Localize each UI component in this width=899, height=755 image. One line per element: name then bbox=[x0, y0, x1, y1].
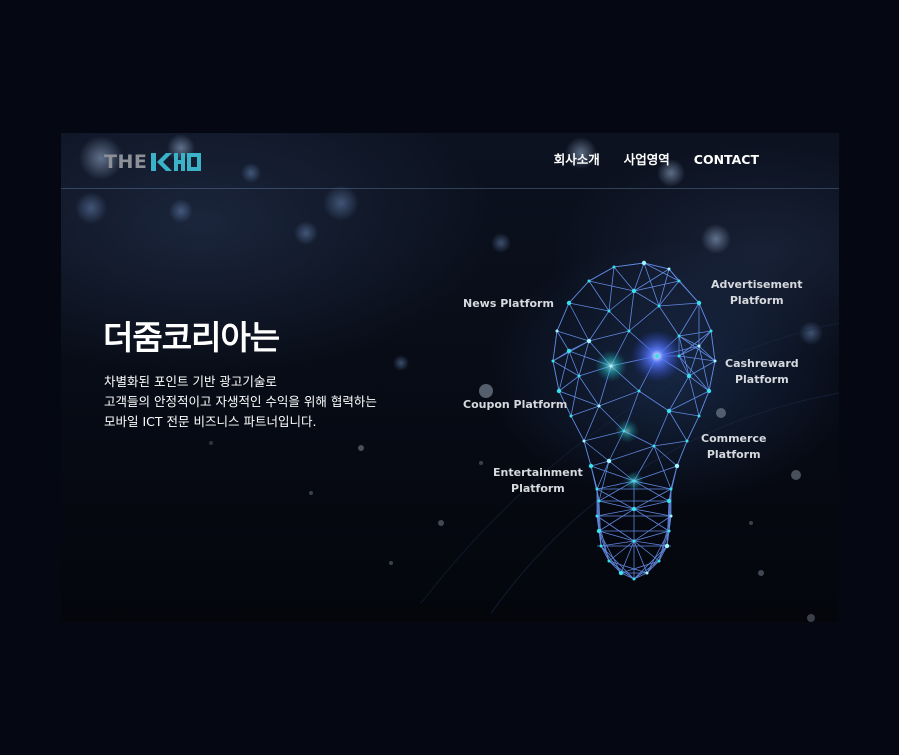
bulb-node bbox=[627, 329, 631, 333]
hero-description-line: 고객들의 안정적이고 자생적인 수익을 위해 협력하는 bbox=[104, 394, 377, 409]
bulb-node bbox=[618, 570, 624, 576]
bulb-node bbox=[588, 463, 594, 469]
bulb-node bbox=[667, 267, 671, 271]
bulb-node bbox=[632, 539, 636, 543]
site-header: THE 회사소개 사업영역 CONTACT bbox=[61, 133, 839, 189]
bulb-node bbox=[632, 577, 636, 581]
bulb-node bbox=[556, 388, 562, 394]
bulb-node bbox=[666, 498, 672, 504]
bulb-node bbox=[677, 334, 681, 338]
bulb-node bbox=[709, 329, 713, 333]
bulb-node bbox=[677, 354, 681, 358]
bulb-node bbox=[631, 288, 637, 294]
bulb-node bbox=[551, 359, 555, 363]
bulb-node bbox=[697, 414, 701, 418]
bulb-node bbox=[664, 543, 670, 549]
bulb-node bbox=[566, 300, 572, 306]
bulb-node bbox=[555, 329, 559, 333]
bulb-node bbox=[641, 260, 647, 266]
bulb-node bbox=[657, 304, 661, 308]
logo-text: THE bbox=[104, 151, 148, 173]
bulb-node bbox=[607, 309, 611, 313]
bulb-node bbox=[637, 389, 641, 393]
bulb-node bbox=[657, 559, 661, 563]
bulb-node bbox=[582, 439, 586, 443]
bulb-node bbox=[654, 353, 660, 359]
bulb-node bbox=[652, 444, 656, 448]
bulb-node bbox=[669, 514, 673, 518]
bulb-node bbox=[597, 404, 601, 408]
bulb-node bbox=[606, 458, 612, 464]
coupon-platform-label: Coupon Platform bbox=[463, 398, 568, 411]
hero-description: 차별화된 포인트 기반 광고기술로 고객들의 안정적이고 자생적인 수익을 위해… bbox=[104, 372, 377, 432]
bulb-node bbox=[667, 529, 671, 533]
bulb-node bbox=[686, 373, 692, 379]
bulb-node bbox=[713, 359, 717, 363]
commerce-platform-label: Commerce Platform bbox=[701, 432, 767, 461]
bulb-node bbox=[677, 279, 681, 283]
hero-title: 더줌코리아는 bbox=[103, 318, 280, 357]
bulb-node bbox=[586, 338, 592, 344]
hero-description-line: 차별화된 포인트 기반 광고기술로 bbox=[104, 374, 277, 389]
bulb-node bbox=[609, 364, 613, 368]
advertisement-platform-label: Advertisement Platform bbox=[711, 278, 803, 307]
cashreward-platform-label: Cashreward Platform bbox=[725, 357, 799, 386]
bulb-node bbox=[696, 300, 702, 306]
nav-item-contact[interactable]: CONTACT bbox=[694, 151, 759, 169]
main-nav: 회사소개 사업영역 CONTACT bbox=[554, 151, 759, 169]
bulb-node bbox=[669, 487, 673, 491]
bulb-node bbox=[612, 265, 616, 269]
entertainment-platform-label: Entertainment Platform bbox=[493, 466, 583, 495]
hero-description-line: 모바일 ICT 전문 비즈니스 파트너입니다. bbox=[104, 414, 317, 429]
bulb-node bbox=[631, 506, 637, 512]
bulb-node bbox=[685, 439, 689, 443]
bulb-node bbox=[697, 344, 701, 348]
bulb-node bbox=[674, 463, 680, 469]
bulb-node bbox=[607, 559, 611, 563]
bulb-node bbox=[632, 479, 636, 483]
bulb-node bbox=[596, 528, 602, 534]
bulb-node bbox=[569, 414, 573, 418]
bulb-node bbox=[666, 408, 672, 414]
hero-banner: THE 회사소개 사업영역 CONTACT 더줌코리아는 차별화된 포인트 기반… bbox=[61, 133, 839, 622]
bulb-node bbox=[706, 388, 712, 394]
bulb-node bbox=[595, 487, 599, 491]
nav-item-company[interactable]: 회사소개 bbox=[554, 151, 600, 169]
logo-mark-icon bbox=[151, 153, 202, 171]
bulb-node bbox=[566, 348, 572, 354]
news-platform-label: News Platform bbox=[463, 297, 554, 310]
bulb-node bbox=[622, 429, 626, 433]
nav-item-business[interactable]: 사업영역 bbox=[624, 151, 670, 169]
bulb-node bbox=[599, 544, 603, 548]
bulb-node bbox=[577, 374, 581, 378]
bulb-node bbox=[595, 514, 599, 518]
lightbulb-network-icon bbox=[551, 260, 717, 581]
bulb-node bbox=[587, 279, 591, 283]
bulb-node bbox=[597, 499, 601, 503]
bulb-node bbox=[645, 571, 649, 575]
logo[interactable]: THE bbox=[104, 151, 202, 173]
